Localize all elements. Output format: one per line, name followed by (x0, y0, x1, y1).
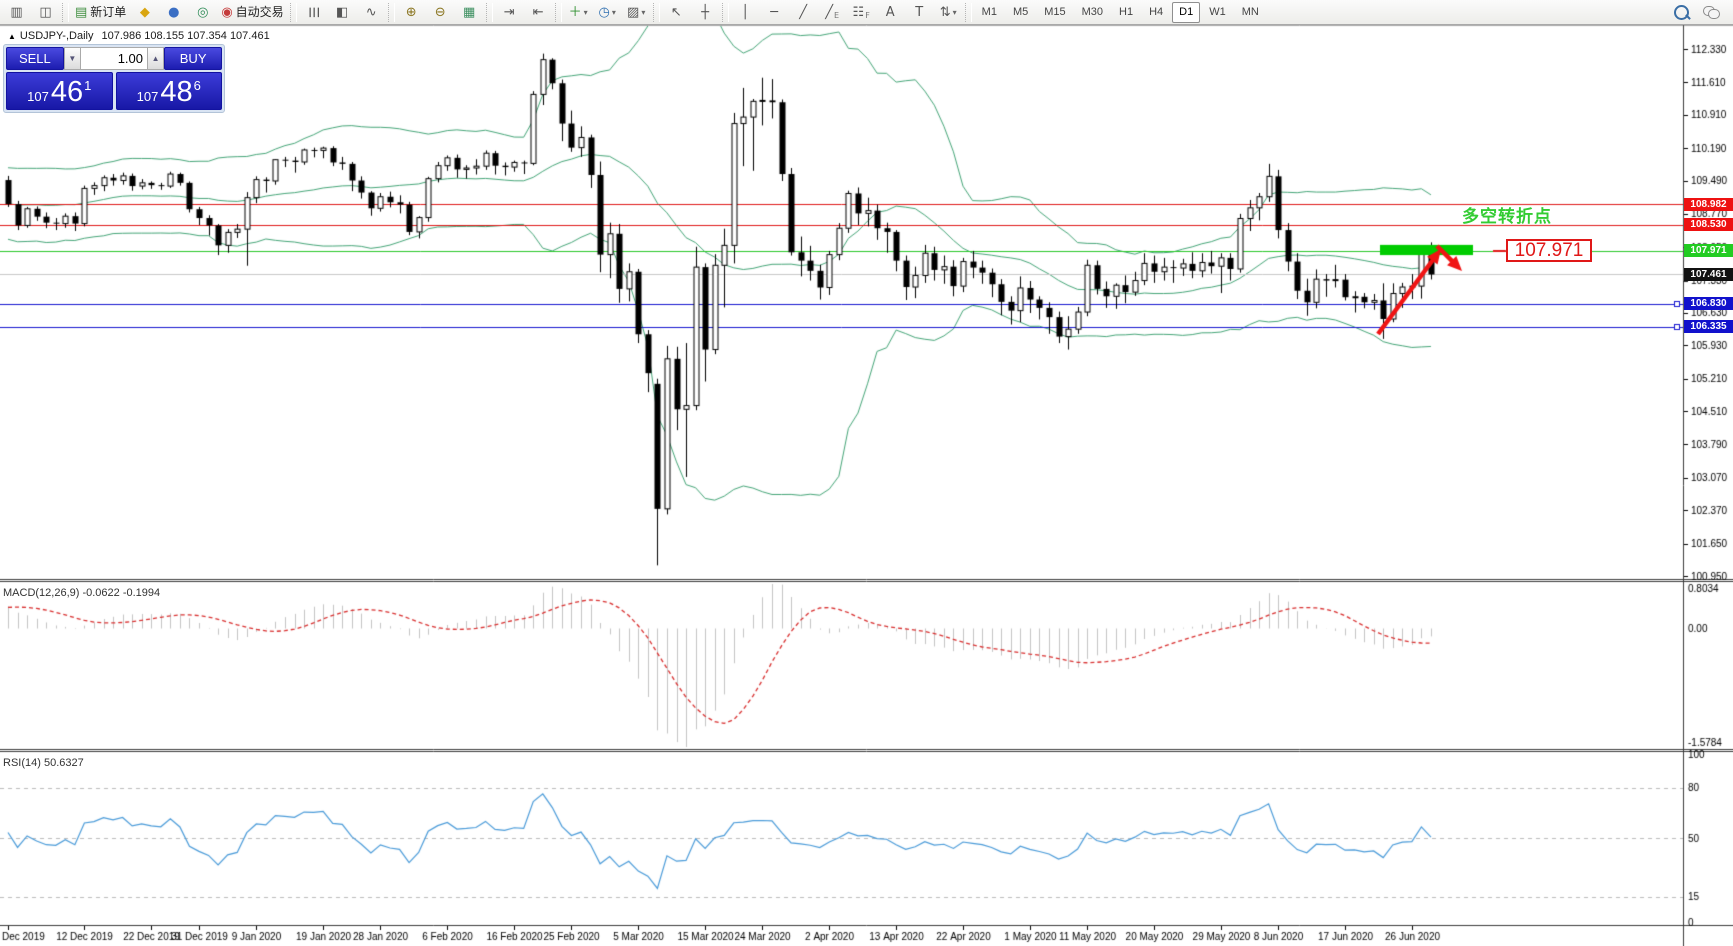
volume-decrease-button[interactable]: ▼ (64, 47, 81, 70)
chart-window-icon[interactable]: ▥ (3, 1, 30, 24)
buy-price-point: 6 (194, 78, 201, 93)
community-icon[interactable]: ● (160, 1, 187, 24)
timeframe-m30-button[interactable]: M30 (1075, 2, 1110, 23)
timeframe-m1-button[interactable]: M1 (975, 2, 1004, 23)
ohlc-values: 107.986 108.155 107.354 107.461 (101, 30, 269, 42)
signals-icon[interactable]: ◎ (189, 1, 216, 24)
zoom-out-icon[interactable]: ⊖ (427, 1, 454, 24)
chart-title: ▲ USDJPY-,Daily 107.986 108.155 107.354 10… (8, 30, 270, 42)
timeframe-mn-button[interactable]: MN (1235, 2, 1266, 23)
one-click-trading-panel: SELL ▼ ▲ BUY 107 46 1 107 48 6 (3, 44, 225, 113)
vertical-line-icon[interactable]: │ (732, 1, 759, 24)
toolbar-separator (290, 3, 297, 22)
sell-price-point: 1 (84, 78, 91, 93)
timeframe-h4-button[interactable]: H4 (1142, 2, 1170, 23)
chart-shift-icon[interactable]: ⇤ (525, 1, 552, 24)
mql5-market-icon[interactable]: ◆ (131, 1, 158, 24)
price-badge-106.830: 106.830 (1684, 297, 1733, 310)
buy-price-quote[interactable]: 107 48 6 (116, 72, 223, 110)
timeframe-w1-button[interactable]: W1 (1202, 2, 1233, 23)
timeframe-m5-button[interactable]: M5 (1006, 2, 1035, 23)
symbol-period-label: USDJPY-,Daily (20, 30, 94, 42)
price-badge-107.971: 107.971 (1684, 244, 1733, 257)
arrows-tool-icon[interactable]: ⇅▾ (935, 1, 962, 24)
candlestick-chart-icon[interactable]: ◧ (329, 1, 356, 24)
toolbar-right (1667, 1, 1725, 24)
indicators-icon[interactable]: ＋▾ (565, 1, 592, 24)
toolbar-separator (653, 3, 660, 22)
price-badge-106.335: 106.335 (1684, 320, 1733, 333)
timeframe-h1-button[interactable]: H1 (1112, 2, 1140, 23)
timeframe-m15-button[interactable]: M15 (1037, 2, 1072, 23)
toolbar-group: ↖┼ (662, 0, 720, 25)
sell-price-quote[interactable]: 107 46 1 (6, 72, 113, 110)
toolbar: ▥◫ ▤新订单◆●◎◉自动交易 ☰◧∿ ⊕⊖▦ ⇥⇤ ＋▾◷▾▨▾ ↖┼ │─╱╱E☷FAT⇅… (0, 0, 1733, 25)
toolbar-group: ▥◫ (2, 0, 60, 25)
toolbar-group: ⇥⇤ (495, 0, 553, 25)
toolbar-group: ＋▾◷▾▨▾ (564, 0, 651, 25)
line-chart-icon[interactable]: ∿ (358, 1, 385, 24)
price-badge-108.530: 108.530 (1684, 218, 1733, 231)
timeframe-d1-button[interactable]: D1 (1172, 2, 1200, 23)
timeframe-group: M1M5M15M30H1H4D1W1MN (974, 0, 1267, 25)
text-label-icon[interactable]: T (906, 1, 933, 24)
new-order-icon[interactable]: ▤新订单 (72, 1, 129, 24)
toolbar-group: ☰◧∿ (299, 0, 386, 25)
crosshair-icon[interactable]: ┼ (692, 1, 719, 24)
sell-price-pips: 46 (51, 78, 83, 107)
toolbar-separator (722, 3, 729, 22)
price-callout-label[interactable]: 107.971 (1506, 239, 1592, 262)
auto-trading-icon[interactable]: ◉自动交易 (218, 1, 286, 24)
profiles-icon[interactable]: ◫ (32, 1, 59, 24)
sell-button[interactable]: SELL (6, 47, 64, 70)
text-icon[interactable]: A (877, 1, 904, 24)
periods-icon[interactable]: ◷▾ (594, 1, 621, 24)
toolbar-separator (62, 3, 69, 22)
buy-button[interactable]: BUY (164, 47, 222, 70)
trend-line-icon[interactable]: ╱ (790, 1, 817, 24)
price-badge-108.982: 108.982 (1684, 198, 1733, 211)
toolbar-separator (555, 3, 562, 22)
rsi-indicator-label: RSI(14) 50.6327 (3, 757, 84, 769)
zoom-in-icon[interactable]: ⊕ (398, 1, 425, 24)
templates-icon[interactable]: ▨▾ (623, 1, 650, 24)
toolbar-group: ▤新订单◆●◎◉自动交易 (71, 0, 288, 25)
horizontal-line-icon[interactable]: ─ (761, 1, 788, 24)
toolbar-group: ⊕⊖▦ (397, 0, 484, 25)
pivot-annotation-text[interactable]: 多空转折点 (1462, 202, 1552, 227)
price-chart-canvas[interactable] (0, 0, 1733, 946)
toolbar-separator (965, 3, 972, 22)
equidistant-channel-icon[interactable]: ╱E (819, 1, 846, 24)
search-icon[interactable] (1668, 1, 1695, 24)
bar-chart-icon[interactable]: ☰ (300, 1, 327, 24)
buy-price-pips: 48 (160, 78, 192, 107)
macd-indicator-label: MACD(12,26,9) -0.0622 -0.1994 (3, 587, 160, 599)
chat-icon[interactable] (1697, 1, 1724, 24)
chart-icon: ▲ (8, 32, 16, 41)
volume-input[interactable] (81, 47, 147, 70)
buy-price-figure: 107 (137, 89, 159, 104)
tile-windows-icon[interactable]: ▦ (456, 1, 483, 24)
auto-scroll-icon[interactable]: ⇥ (496, 1, 523, 24)
toolbar-separator (388, 3, 395, 22)
toolbar-separator (486, 3, 493, 22)
sell-price-figure: 107 (27, 89, 49, 104)
price-badge-107.461: 107.461 (1684, 268, 1733, 281)
cursor-icon[interactable]: ↖ (663, 1, 690, 24)
mt4-window: ▥◫ ▤新订单◆●◎◉自动交易 ☰◧∿ ⊕⊖▦ ⇥⇤ ＋▾◷▾▨▾ ↖┼ │─╱╱E☷FAT⇅… (0, 0, 1733, 946)
toolbar-group: │─╱╱E☷FAT⇅▾ (731, 0, 963, 25)
fibonacci-icon[interactable]: ☷F (848, 1, 875, 24)
volume-increase-button[interactable]: ▲ (147, 47, 164, 70)
